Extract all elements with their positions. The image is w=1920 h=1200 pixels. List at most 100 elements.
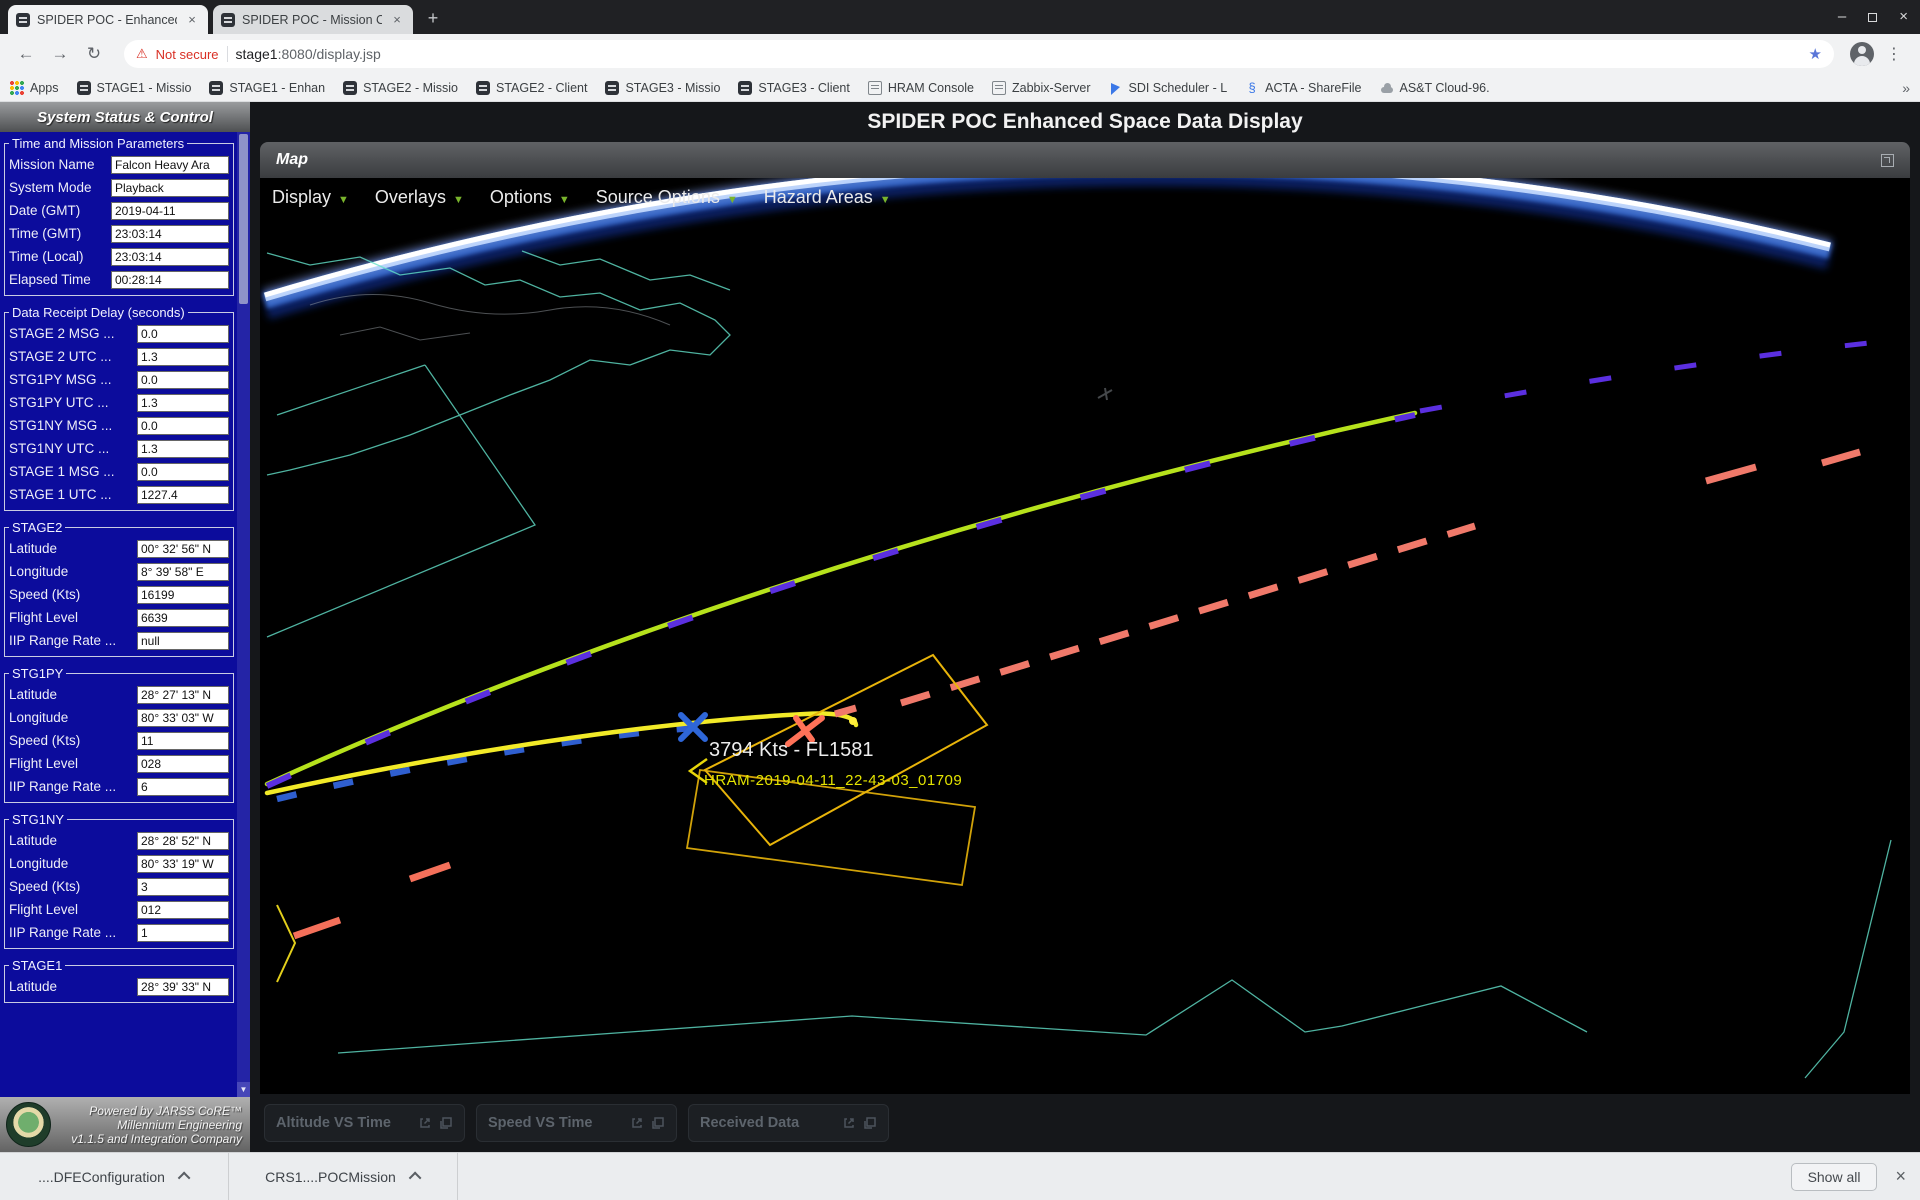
- bookmark-stage2-client[interactable]: STAGE2 - Client: [476, 81, 587, 95]
- tab-altitude-vs-time[interactable]: Altitude VS Time: [264, 1104, 465, 1142]
- sidebar-scrollbar[interactable]: [237, 132, 250, 1097]
- map-display[interactable]: 3794 Kts - FL1581 HRAM-2019-04-11_22-43-…: [260, 178, 1910, 1094]
- stg1py-msg-delay-input[interactable]: [137, 371, 229, 389]
- download-item-crs1-pocmission[interactable]: CRS1....POCMission: [229, 1153, 458, 1200]
- back-icon[interactable]: [12, 40, 40, 68]
- bookmark-acta-sharefile[interactable]: ACTA - ShareFile: [1245, 81, 1361, 95]
- stage2-flight-level-input[interactable]: [137, 609, 229, 627]
- minimize-icon[interactable]: [1838, 8, 1846, 26]
- stage2-utc-delay-input[interactable]: [137, 348, 229, 366]
- map-menu-options[interactable]: Options: [490, 187, 570, 208]
- tab-close-icon[interactable]: [184, 12, 200, 28]
- bookmark-apps[interactable]: Apps: [10, 81, 59, 95]
- restore-window-icon[interactable]: [863, 1116, 877, 1130]
- stage2-latitude-input[interactable]: [137, 540, 229, 558]
- stage2-msg-delay-input[interactable]: [137, 325, 229, 343]
- show-all-button[interactable]: Show all: [1791, 1163, 1878, 1191]
- cloud-icon: [1380, 81, 1394, 95]
- bookmark-stage2-mission[interactable]: STAGE2 - Missio: [343, 81, 458, 95]
- stg1ny-speed-input[interactable]: [137, 878, 229, 896]
- forward-icon[interactable]: [46, 40, 74, 68]
- not-secure-warning-icon[interactable]: [136, 45, 148, 63]
- reload-icon[interactable]: [80, 40, 108, 68]
- restore-window-icon[interactable]: [651, 1116, 665, 1130]
- close-icon[interactable]: [1899, 8, 1908, 26]
- stg1py-longitude-input[interactable]: [137, 709, 229, 727]
- bookmark-star-icon[interactable]: [1809, 45, 1822, 63]
- field-row: Mission Name: [9, 154, 229, 175]
- chevron-up-icon[interactable]: [178, 1172, 191, 1185]
- mission-name-input[interactable]: [111, 156, 229, 174]
- bookmark-stage1-mission[interactable]: STAGE1 - Missio: [77, 81, 192, 95]
- map-menu-hazard-areas[interactable]: Hazard Areas: [764, 187, 891, 208]
- date-gmt-input[interactable]: [111, 202, 229, 220]
- maximize-icon[interactable]: [1868, 13, 1877, 22]
- stg1py-speed-input[interactable]: [137, 732, 229, 750]
- map-menu-source-options[interactable]: Source Options: [596, 187, 738, 208]
- field-row: Elapsed Time: [9, 269, 229, 290]
- stage2-trajectory-green: [267, 413, 1415, 784]
- stg1py-iip-range-rate-input[interactable]: [137, 778, 229, 796]
- stg1py-utc-delay-input[interactable]: [137, 394, 229, 412]
- system-mode-input[interactable]: [111, 179, 229, 197]
- stg1ny-utc-delay-input[interactable]: [137, 440, 229, 458]
- stage1-latitude-input[interactable]: [137, 978, 229, 996]
- open-in-new-icon[interactable]: [418, 1116, 432, 1130]
- stg1py-flight-level-input[interactable]: [137, 755, 229, 773]
- downloads-close-icon[interactable]: [1895, 1166, 1906, 1187]
- stage2-iip-range-rate-input[interactable]: [137, 632, 229, 650]
- bookmark-stage1-enhanced[interactable]: STAGE1 - Enhan: [209, 81, 325, 95]
- map-panel-titlebar[interactable]: Map: [260, 142, 1910, 178]
- profile-avatar[interactable]: [1850, 42, 1874, 66]
- not-secure-label[interactable]: Not secure: [156, 47, 219, 62]
- new-tab-button[interactable]: [420, 5, 446, 31]
- bookmark-ast-cloud[interactable]: AS&T Cloud-96.: [1380, 81, 1490, 95]
- bookmark-zabbix-server[interactable]: Zabbix-Server: [992, 81, 1091, 95]
- stage1-msg-delay-input[interactable]: [137, 463, 229, 481]
- restore-window-icon[interactable]: [439, 1116, 453, 1130]
- map-menu-overlays[interactable]: Overlays: [375, 187, 464, 208]
- elapsed-time-input[interactable]: [111, 271, 229, 289]
- stg1ny-msg-delay-input[interactable]: [137, 417, 229, 435]
- group-time-mission-parameters: Time and Mission Parameters Mission Name…: [4, 136, 234, 296]
- map-canvas[interactable]: Display Overlays Options Source Options …: [260, 178, 1910, 1094]
- apps-grid-icon: [10, 81, 24, 95]
- tab-received-data[interactable]: Received Data: [688, 1104, 889, 1142]
- stg1ny-flight-level-input[interactable]: [137, 901, 229, 919]
- chevron-up-icon[interactable]: [409, 1172, 422, 1185]
- map-menu-display[interactable]: Display: [272, 187, 349, 208]
- popout-icon[interactable]: [1881, 154, 1894, 167]
- browser-tab-mission-control[interactable]: SPIDER POC - Mission Con: [213, 5, 413, 34]
- bookmark-stage3-mission[interactable]: STAGE3 - Missio: [605, 81, 720, 95]
- open-in-new-icon[interactable]: [842, 1116, 856, 1130]
- bookmark-hram-console[interactable]: HRAM Console: [868, 81, 974, 95]
- tab-speed-vs-time[interactable]: Speed VS Time: [476, 1104, 677, 1142]
- stage2-speed-input[interactable]: [137, 586, 229, 604]
- group-legend: Time and Mission Parameters: [9, 136, 187, 151]
- field-label: Longitude: [9, 856, 137, 871]
- browser-tab-enhanced-display[interactable]: SPIDER POC - Enhanced Sp: [8, 5, 208, 34]
- bookmarks-overflow-icon[interactable]: [1902, 80, 1910, 96]
- stg1ny-longitude-input[interactable]: [137, 855, 229, 873]
- tab-close-icon[interactable]: [389, 12, 405, 28]
- scrollbar-thumb[interactable]: [239, 134, 248, 304]
- browser-menu-icon[interactable]: [1880, 40, 1908, 68]
- spider-favicon-icon: [605, 81, 619, 95]
- stage1-utc-delay-input[interactable]: [137, 486, 229, 504]
- time-local-input[interactable]: [111, 248, 229, 266]
- sidebar-scroll-area[interactable]: Time and Mission Parameters Mission Name…: [0, 132, 250, 1097]
- bookmark-sdi-scheduler[interactable]: SDI Scheduler - L: [1109, 81, 1228, 95]
- time-gmt-input[interactable]: [111, 225, 229, 243]
- open-in-new-icon[interactable]: [630, 1116, 644, 1130]
- stage2-longitude-input[interactable]: [137, 563, 229, 581]
- bookmark-stage3-client[interactable]: STAGE3 - Client: [738, 81, 849, 95]
- url-text[interactable]: stage1:8080/display.jsp: [236, 46, 381, 62]
- stg1ny-latitude-input[interactable]: [137, 832, 229, 850]
- small-aircraft-icon: [1098, 388, 1112, 400]
- stg1ny-iip-range-rate-input[interactable]: [137, 924, 229, 942]
- stg1py-latitude-input[interactable]: [137, 686, 229, 704]
- browser-window: SPIDER POC - Enhanced Sp SPIDER POC - Mi…: [0, 0, 1920, 1200]
- address-bar[interactable]: Not secure stage1:8080/display.jsp: [124, 40, 1834, 68]
- download-item-dfeconfiguration[interactable]: ....DFEConfiguration: [0, 1153, 229, 1200]
- scrollbar-down-arrow-icon[interactable]: [237, 1082, 250, 1097]
